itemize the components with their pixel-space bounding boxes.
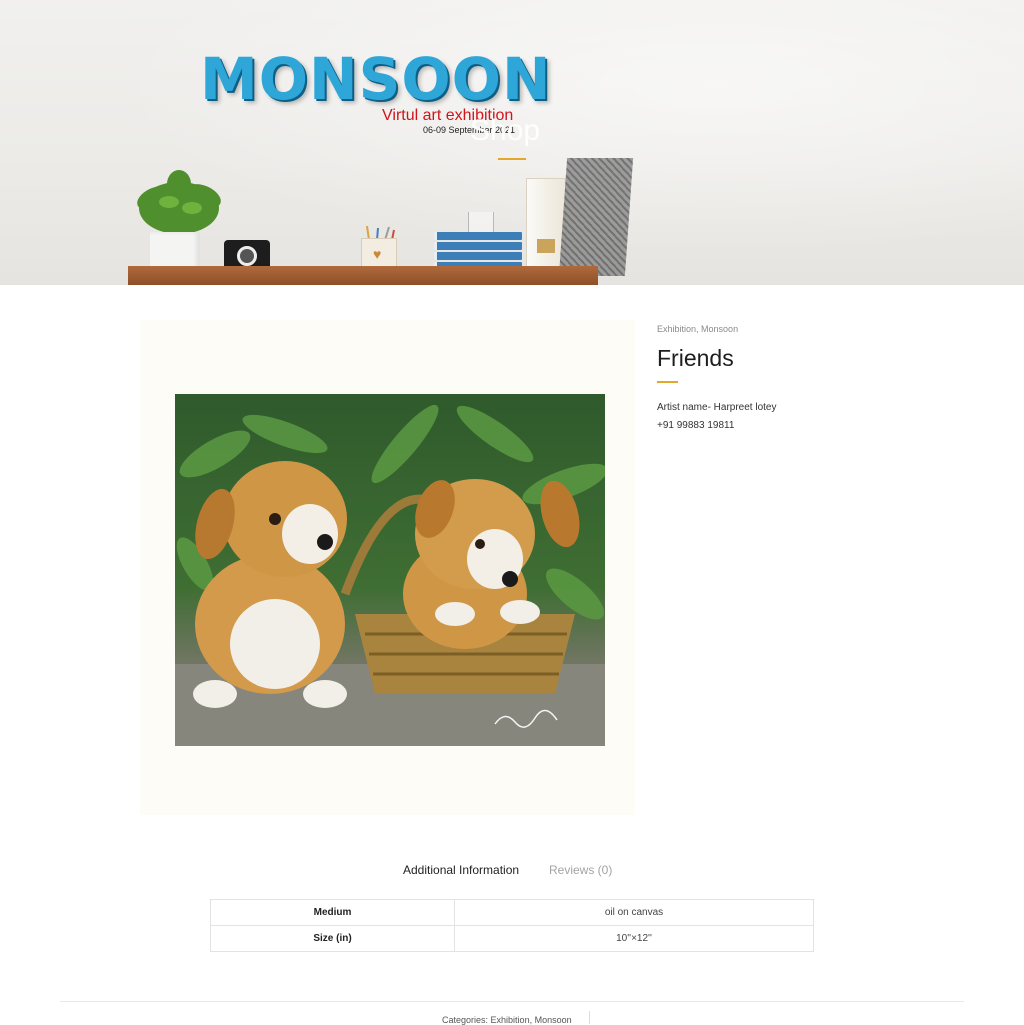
attribute-value-size: 10''×12''	[454, 925, 814, 952]
camera-lens	[237, 246, 257, 266]
puppies-painting	[175, 394, 605, 746]
plant-illustration	[137, 170, 221, 234]
attribute-name-size: Size (in)	[210, 925, 455, 952]
page-title: Shop	[470, 114, 541, 147]
tab-additional-information[interactable]: Additional Information	[403, 863, 519, 877]
product-image[interactable]	[175, 394, 605, 746]
glass-illustration	[468, 212, 494, 234]
heart-icon: ♥	[373, 246, 382, 262]
wooden-shelf	[128, 266, 598, 285]
file-holder	[558, 158, 634, 276]
artist-name: Artist name- Harpreet lotey	[657, 402, 777, 413]
category-link-exhibition[interactable]: Exhibition	[657, 324, 696, 334]
book	[434, 252, 522, 260]
footer-divider	[60, 1001, 964, 1002]
table-row: Size (in) 10''×12''	[210, 925, 814, 952]
product-title: Friends	[657, 345, 734, 371]
hero-banner: MONSOON Virtul art exhibition 06-09 Sept…	[0, 0, 1024, 285]
book	[434, 242, 522, 250]
table-row: Medium oil on canvas	[210, 899, 814, 926]
exhibition-logo-title: MONSOON	[200, 45, 552, 113]
footer-separator	[589, 1011, 590, 1024]
product-title-underline	[657, 381, 678, 383]
page-title-underline	[498, 158, 526, 160]
book	[434, 232, 522, 240]
artist-phone: +91 99883 19811	[657, 420, 735, 431]
book-label	[537, 239, 555, 253]
product-categories: Exhibition, Monsoon	[657, 324, 738, 334]
attribute-value-medium: oil on canvas	[454, 899, 814, 926]
additional-information-table: Medium oil on canvas Size (in) 10''×12''	[210, 899, 814, 952]
tab-reviews[interactable]: Reviews (0)	[549, 863, 612, 877]
category-link-monsoon[interactable]: Monsoon	[701, 324, 738, 334]
attribute-name-medium: Medium	[210, 899, 455, 926]
